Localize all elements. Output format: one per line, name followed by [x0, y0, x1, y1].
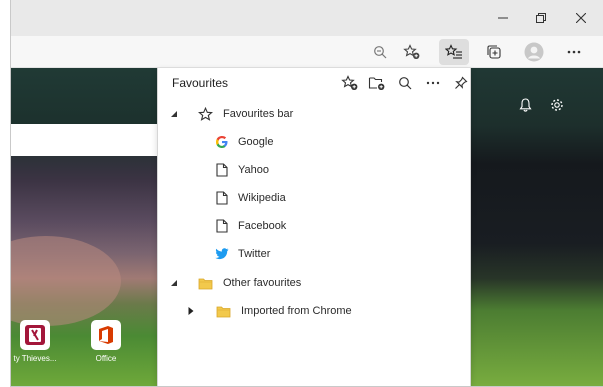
folder-icon	[215, 303, 231, 319]
star-add-icon	[341, 75, 358, 90]
star-outline-icon	[197, 106, 213, 122]
restore-button[interactable]	[521, 0, 561, 36]
collections-icon	[487, 45, 501, 59]
pin-icon	[455, 76, 468, 89]
tree-item-label: Other favourites	[223, 277, 302, 289]
office-icon	[91, 320, 121, 350]
zoom-out-icon	[374, 46, 387, 59]
folder-icon	[197, 275, 213, 291]
favourites-panel: Favourites Favourites bar Google Yahoo W…	[157, 68, 472, 386]
desktop-edge	[0, 0, 10, 387]
add-folder-button[interactable]	[366, 72, 388, 94]
more-dots-icon	[567, 50, 581, 54]
title-bar	[11, 0, 603, 36]
page-icon	[214, 162, 230, 178]
tree-item-imported-from-chrome[interactable]: Imported from Chrome	[158, 298, 472, 324]
twitter-icon	[214, 246, 230, 262]
restore-icon	[536, 13, 546, 23]
favourite-label: Facebook	[238, 220, 287, 232]
more-dots-icon	[426, 81, 440, 85]
page-icon	[214, 218, 230, 234]
search-favourites-button[interactable]	[394, 72, 416, 94]
close-icon	[576, 13, 586, 23]
close-button[interactable]	[561, 0, 601, 36]
minimize-button[interactable]	[483, 0, 523, 36]
hill-shape	[11, 236, 121, 326]
collapse-arrow-icon[interactable]	[169, 109, 179, 119]
tile-label: ty Thieves...	[13, 354, 57, 363]
browser-toolbar	[11, 36, 603, 68]
collapse-arrow-icon[interactable]	[169, 278, 179, 288]
favourite-item-facebook[interactable]: Facebook	[158, 213, 472, 239]
favourites-list-icon	[445, 44, 462, 59]
tree-item-other-favourites[interactable]: Other favourites	[158, 270, 472, 296]
tree-item-label: Imported from Chrome	[241, 305, 352, 317]
add-to-favourites-button[interactable]	[397, 39, 427, 65]
browser-window: ty Thieves... Office Favourites Favourit…	[10, 0, 603, 387]
google-icon	[214, 134, 230, 150]
sea-of-thieves-icon	[20, 320, 50, 350]
page-settings-gear-icon[interactable]	[548, 96, 566, 114]
more-options-button[interactable]	[422, 72, 444, 94]
profile-button[interactable]	[519, 39, 549, 65]
favourite-label: Twitter	[238, 248, 271, 260]
favourites-panel-header: Favourites	[158, 68, 472, 98]
tree-item-favourites-bar[interactable]: Favourites bar	[158, 101, 472, 127]
search-icon	[399, 77, 412, 90]
favourites-button[interactable]	[439, 39, 469, 65]
favourite-label: Google	[238, 136, 274, 148]
notifications-bell-icon[interactable]	[516, 96, 534, 114]
collections-button[interactable]	[479, 39, 509, 65]
folder-add-icon	[368, 77, 385, 90]
add-favourite-button[interactable]	[339, 72, 361, 94]
expand-arrow-icon[interactable]	[186, 306, 196, 316]
favourite-label: Yahoo	[238, 164, 269, 176]
settings-more-button[interactable]	[559, 39, 589, 65]
quick-link-office[interactable]: Office	[76, 320, 136, 363]
tree-item-label: Favourites bar	[223, 108, 294, 120]
minimize-icon	[498, 17, 508, 19]
favourite-item-google[interactable]: Google	[158, 129, 472, 155]
panel-title: Favourites	[172, 76, 229, 90]
ntp-right-background	[471, 68, 603, 386]
tile-label: Office	[95, 354, 117, 363]
favourite-item-twitter[interactable]: Twitter	[158, 241, 472, 267]
search-box[interactable]	[11, 124, 157, 156]
favourite-item-wikipedia[interactable]: Wikipedia	[158, 185, 472, 211]
page-icon	[214, 190, 230, 206]
quick-link-sea-of-thieves[interactable]: ty Thieves...	[11, 320, 65, 363]
favourite-label: Wikipedia	[238, 192, 286, 204]
star-add-icon	[403, 44, 420, 59]
zoom-button[interactable]	[365, 39, 395, 65]
pin-panel-button[interactable]	[450, 72, 472, 94]
avatar	[524, 42, 544, 62]
favourite-item-yahoo[interactable]: Yahoo	[158, 157, 472, 183]
